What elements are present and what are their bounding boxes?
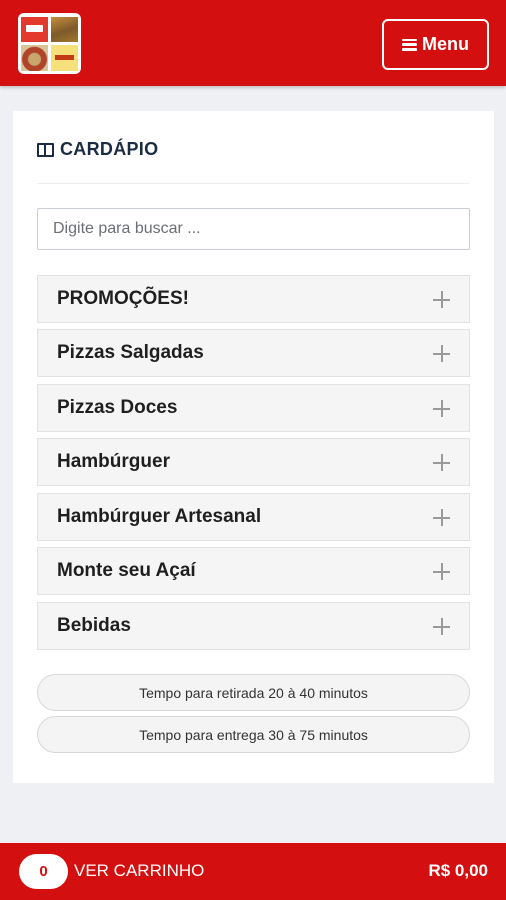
- store-logo[interactable]: [18, 13, 81, 74]
- category-label: PROMOÇÕES!: [57, 288, 189, 309]
- category-hamburguer[interactable]: Hambúrguer: [37, 438, 470, 486]
- cart-total: R$ 0,00: [428, 861, 488, 880]
- logo-tile: [51, 45, 78, 71]
- category-label: Hambúrguer: [57, 451, 170, 472]
- pickup-time-info: Tempo para retirada 20 à 40 minutos: [37, 674, 470, 711]
- category-label: Hambúrguer Artesanal: [57, 506, 262, 527]
- menu-button[interactable]: Menu: [382, 19, 489, 70]
- category-monte-seu-acai[interactable]: Monte seu Açaí: [37, 547, 470, 595]
- category-pizzas-salgadas[interactable]: Pizzas Salgadas: [37, 329, 470, 377]
- logo-tile: [21, 17, 48, 42]
- category-label: Pizzas Doces: [57, 397, 178, 418]
- logo-tile: [51, 17, 78, 42]
- category-label: Bebidas: [57, 615, 131, 636]
- menu-icon: [402, 38, 417, 51]
- category-pizzas-doces[interactable]: Pizzas Doces: [37, 384, 470, 432]
- logo-tile: [21, 45, 48, 71]
- book-icon: [37, 142, 54, 157]
- cart-bar[interactable]: 0 VER CARRINHO R$ 0,00: [0, 843, 506, 900]
- delivery-time-info: Tempo para entrega 30 à 75 minutos: [37, 716, 470, 753]
- divider: [37, 183, 469, 184]
- category-label: Monte seu Açaí: [57, 560, 196, 581]
- search-input[interactable]: [37, 208, 470, 250]
- plus-icon[interactable]: [433, 563, 450, 580]
- category-bebidas[interactable]: Bebidas: [37, 602, 470, 650]
- plus-icon[interactable]: [433, 618, 450, 635]
- category-promocoes[interactable]: PROMOÇÕES!: [37, 275, 470, 323]
- top-bar: Menu: [0, 0, 506, 86]
- menu-card: CARDÁPIO PROMOÇÕES! Pizzas Salgadas Pizz…: [13, 111, 494, 783]
- plus-icon[interactable]: [433, 454, 450, 471]
- view-cart-label[interactable]: VER CARRINHO: [74, 861, 204, 881]
- plus-icon[interactable]: [433, 509, 450, 526]
- cart-count-badge: 0: [19, 854, 68, 889]
- plus-icon[interactable]: [433, 345, 450, 362]
- menu-button-label: Menu: [422, 34, 469, 54]
- category-label: Pizzas Salgadas: [57, 342, 204, 363]
- category-hamburguer-artesanal[interactable]: Hambúrguer Artesanal: [37, 493, 470, 541]
- card-title: CARDÁPIO: [37, 139, 158, 160]
- card-title-text: CARDÁPIO: [60, 139, 159, 159]
- plus-icon[interactable]: [433, 291, 450, 308]
- plus-icon[interactable]: [433, 400, 450, 417]
